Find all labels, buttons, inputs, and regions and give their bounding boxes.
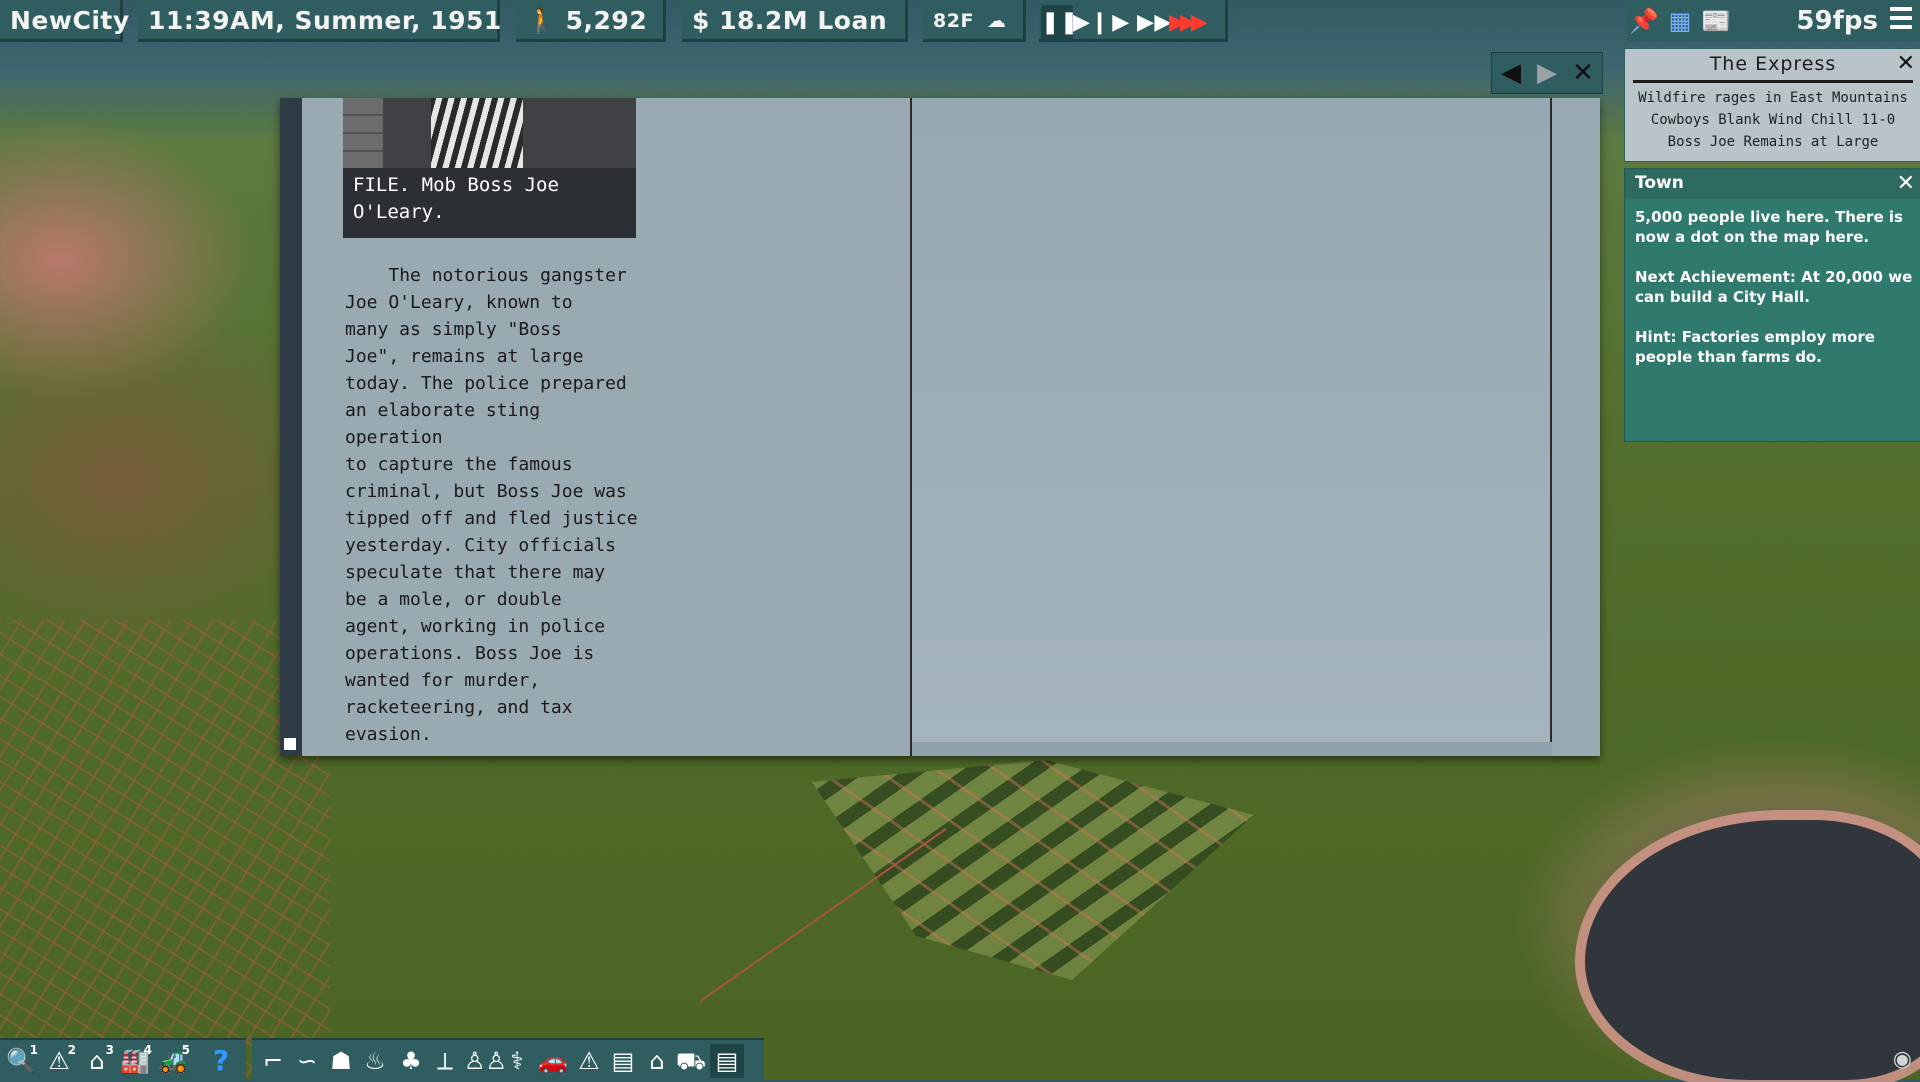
newspaper-column-2	[912, 98, 1552, 742]
hint-text: Hint: Factories employ more people than …	[1635, 328, 1875, 366]
temperature-value: 82F	[933, 10, 974, 32]
town-panel-title: Town	[1635, 173, 1684, 193]
speed-controls: ❚❚▶❙ ▶ ▶▶▶▶▶	[1039, 0, 1228, 42]
trash-icon[interactable]: ▤	[606, 1044, 640, 1078]
map-lake	[1585, 820, 1920, 1080]
search-icon[interactable]: 🔍 1	[4, 1044, 38, 1078]
menu-icon[interactable]	[1890, 7, 1912, 35]
town-panel-header: Town ✕	[1625, 169, 1920, 199]
next-achievement-text: Next Achievement: At 20,000 we can build…	[1635, 268, 1913, 306]
factory-icon[interactable]: 🏭 4	[118, 1044, 152, 1078]
toolbar-group-2: ⌐ ∽ ☗ ♨ ♣ ⟂ ♙♙ ⚕ 🚗 ⚠ ▤ ⌂ ⛟ ▤	[252, 1038, 764, 1082]
previous-page-button[interactable]: ◀	[1494, 53, 1528, 93]
money-display[interactable]: $ 18.2M Loan	[682, 0, 908, 42]
car-icon[interactable]: 🚗	[536, 1044, 570, 1078]
map-farm-cluster	[812, 760, 1254, 980]
play-button[interactable]: ▶	[1105, 5, 1137, 41]
eye-icon[interactable]: ◉	[1893, 1047, 1912, 1072]
pause-button[interactable]: ❚❚	[1041, 5, 1078, 41]
hat-icon[interactable]: ☗	[324, 1044, 358, 1078]
headline-item[interactable]: Cowboys Blank Wind Chill 11-0	[1625, 109, 1920, 131]
newspaper-sidebar	[280, 98, 302, 756]
photo-caption: FILE. Mob Boss Joe O'Leary.	[343, 168, 636, 238]
newspaper-nav: ◀ ▶ ✕	[1491, 52, 1603, 94]
bulldozer-icon[interactable]: 🚜 5	[156, 1044, 190, 1078]
right-toolbar: 📌 ▦ 📰 59fps	[1627, 0, 1920, 42]
town-status-text: 5,000 people live here. There is now a d…	[1635, 208, 1903, 246]
fps-counter: 59fps	[1796, 6, 1878, 36]
date-time: 11:39AM, Summer, 1951	[138, 0, 501, 42]
medical-icon[interactable]: ⚕	[500, 1044, 534, 1078]
close-town-panel-icon[interactable]: ✕	[1897, 171, 1915, 196]
bottom-toolbar: 🔍 1 ⚠ 2 ⌂ 3 🏭 4 🚜 5 ? ⌐ ∽ ☗ ♨ ♣ ⟂ ♙♙ ⚕ 🚗 ⚠ ▤ …	[0, 1038, 770, 1082]
car-garage-icon[interactable]: ⛟	[674, 1044, 708, 1078]
pin-icon[interactable]: 📌	[1629, 4, 1659, 38]
house-icon[interactable]: ⌂ 3	[80, 1044, 114, 1078]
pipe-icon[interactable]: ∽	[290, 1044, 324, 1078]
newspaper-panel: FILE. Mob Boss Joe O'Leary. The notoriou…	[280, 98, 1600, 756]
step-button[interactable]: ▶❙	[1073, 5, 1109, 41]
next-page-button[interactable]: ▶	[1530, 53, 1564, 93]
help-icon[interactable]: ?	[204, 1044, 238, 1078]
fast-forward-button[interactable]: ▶▶	[1137, 5, 1171, 41]
home-icon[interactable]: ⌂	[640, 1044, 674, 1078]
close-express-icon[interactable]: ✕	[1897, 53, 1915, 75]
town-panel-body: 5,000 people live here. There is now a d…	[1635, 207, 1915, 387]
newspaper-checkbox[interactable]	[284, 738, 296, 750]
newspaper-icon[interactable]: 📰	[1701, 4, 1731, 38]
close-newspaper-button[interactable]: ✕	[1566, 53, 1600, 93]
fastest-button[interactable]: ▶▶▶	[1169, 5, 1208, 41]
toolbar-group-1: 🔍 1 ⚠ 2 ⌂ 3 🏭 4 🚜 5 ?	[0, 1038, 246, 1082]
newspaper-column-3	[1552, 98, 1600, 756]
newspaper-column-1: FILE. Mob Boss Joe O'Leary. The notoriou…	[302, 98, 912, 756]
tower-icon[interactable]: ⟂	[428, 1044, 462, 1078]
newspaper-tool-icon[interactable]: ▤	[710, 1044, 744, 1078]
rain-cloud-icon: ☁	[987, 10, 1007, 32]
city-name[interactable]: NewCity	[0, 0, 129, 42]
road-icon[interactable]: ⚠ 2	[42, 1044, 76, 1078]
person-icon: 🚶	[526, 6, 558, 35]
headline-item[interactable]: Wildfire rages in East Mountains	[1625, 87, 1920, 109]
street-light-icon[interactable]: ⌐	[256, 1044, 290, 1078]
water-icon[interactable]: ♨	[358, 1044, 392, 1078]
express-title: The Express	[1709, 53, 1837, 75]
population-value: 5,292	[565, 6, 648, 35]
express-headlines-panel[interactable]: The Express ✕ Wildfire rages in East Mou…	[1624, 48, 1920, 162]
town-info-panel: Town ✕ 5,000 people live here. There is …	[1624, 168, 1920, 442]
article-text: The notorious gangster Joe O'Leary, know…	[345, 265, 638, 745]
express-divider	[1633, 80, 1913, 83]
top-bar: NewCity 11:39AM, Summer, 1951 🚶 5,292 $ 1…	[0, 0, 1920, 44]
grid-icon[interactable]: ▦	[1665, 4, 1695, 38]
weather-display[interactable]: 82F ☁	[923, 0, 1026, 42]
warning-icon[interactable]: ⚠	[572, 1044, 606, 1078]
population-display[interactable]: 🚶 5,292	[516, 0, 666, 42]
people-icon[interactable]: ♙♙	[464, 1044, 507, 1078]
headline-item[interactable]: Boss Joe Remains at Large	[1625, 131, 1920, 153]
park-icon[interactable]: ♣	[394, 1044, 428, 1078]
article-photo	[343, 98, 636, 168]
